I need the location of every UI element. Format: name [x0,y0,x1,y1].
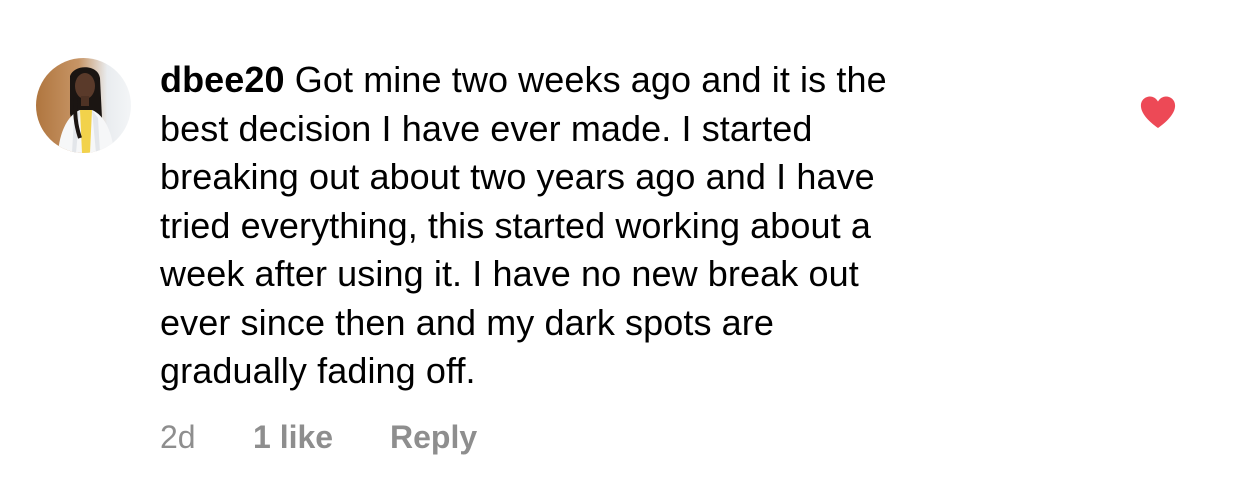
comment-line: dbee20 Got mine two weeks ago and it is … [160,56,1060,105]
like-button[interactable] [1140,96,1176,129]
timestamp: 2d [160,419,196,455]
avatar-image [36,58,131,153]
comment-line: breaking out about two years ago and I h… [160,156,875,197]
comment-text: dbee20 Got mine two weeks ago and it is … [160,56,1060,396]
comment: dbee20 Got mine two weeks ago and it is … [0,0,1242,488]
heart-filled-icon [1140,96,1176,128]
comment-line: ever since then and my dark spots are [160,301,775,343]
comment-line: tried everything, this started working a… [160,204,871,246]
likes-count-link[interactable]: 1 like [253,417,333,457]
avatar[interactable] [36,58,131,153]
reply-button[interactable]: Reply [390,417,477,457]
username-link[interactable]: dbee20 [160,59,285,100]
comment-line-text: Got mine two weeks ago and it is the [294,59,887,100]
comment-line: gradually fading off. [160,350,476,391]
comment-body: dbee20 Got mine two weeks ago and it is … [160,56,1060,396]
comment-line: best decision I have ever made. I starte… [160,107,813,149]
comment-line: week after using it. I have no new break… [160,253,859,294]
